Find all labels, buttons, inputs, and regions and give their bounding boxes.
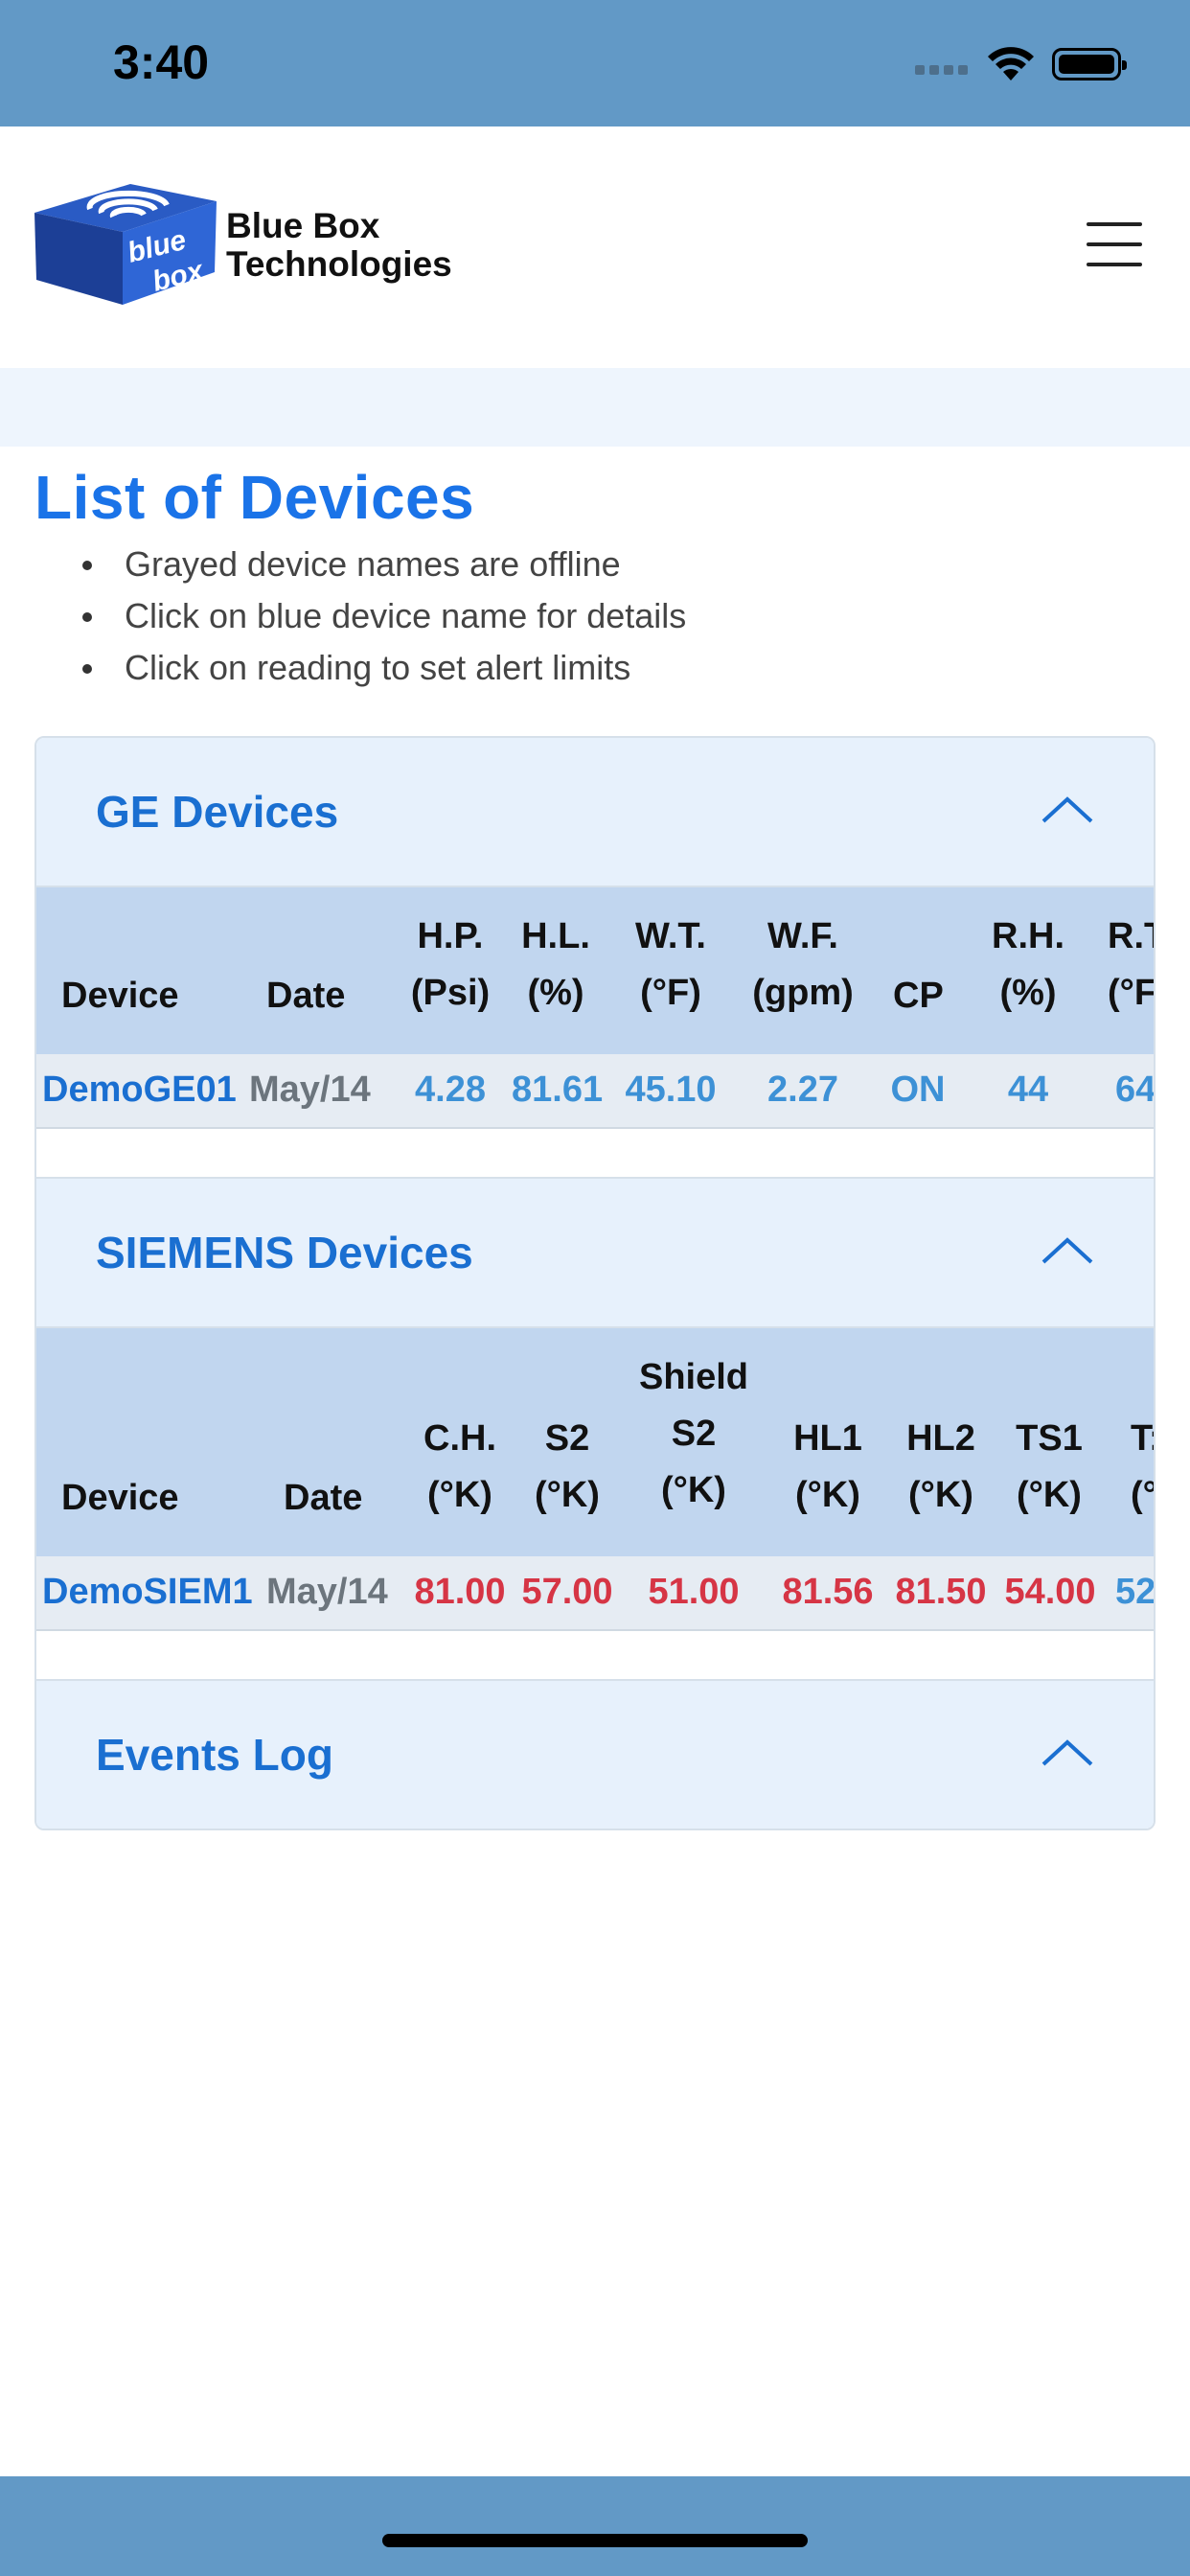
- reading-rh[interactable]: 44: [985, 1070, 1071, 1111]
- events-log-title: Events Log: [96, 1730, 333, 1780]
- brand-line-1: Blue Box: [226, 206, 380, 245]
- device-link[interactable]: DemoGE01: [42, 1070, 237, 1111]
- siemens-devices-title: SIEMENS Devices: [96, 1228, 473, 1277]
- col-rh: R.H. (%): [992, 916, 1064, 1013]
- reading-ch[interactable]: 81.00: [410, 1572, 510, 1613]
- ge-table-header: Device Date H.P. (Psi) H.L. (%) W.T. (°F) W…: [36, 887, 1156, 1054]
- instruction-item: Click on blue device name for details: [81, 590, 686, 642]
- reading-date: May/14: [266, 1572, 388, 1612]
- battery-icon: [1052, 48, 1127, 80]
- col-cp: CP: [893, 976, 944, 1016]
- col-wf: W.F. (gpm): [752, 916, 854, 1013]
- cellular-signal-icon: [915, 65, 971, 79]
- col-ts1: TS1 (°K): [1016, 1418, 1083, 1515]
- brand-line-2: Technologies: [226, 244, 452, 284]
- col-rt: R.T(°F: [1108, 916, 1156, 1013]
- chevron-up-icon[interactable]: [1041, 795, 1094, 824]
- device-link[interactable]: DemoSIEM1: [42, 1572, 253, 1613]
- col-ts2: T:(°: [1131, 1418, 1156, 1515]
- ge-devices-title: GE Devices: [96, 787, 339, 837]
- col-date: Date: [284, 1478, 363, 1518]
- menu-icon[interactable]: [1087, 222, 1142, 266]
- reading-hl2[interactable]: 81.50: [891, 1572, 991, 1613]
- bottom-bar: [0, 2476, 1190, 2576]
- chevron-up-icon[interactable]: [1041, 1236, 1094, 1265]
- reading-ts2[interactable]: 52: [1115, 1572, 1154, 1613]
- reading-rt[interactable]: 64: [1115, 1070, 1154, 1111]
- devices-accordion: GE Devices Device Date H.P. (Psi) H.L. (%)…: [34, 736, 1156, 1830]
- reading-s2[interactable]: 57.00: [517, 1572, 617, 1613]
- col-hl1: HL1 (°K): [793, 1418, 862, 1515]
- instruction-item: Click on reading to set alert limits: [81, 642, 686, 694]
- ge-devices-header[interactable]: GE Devices: [36, 738, 1154, 887]
- reading-hl[interactable]: 81.61: [512, 1070, 603, 1111]
- siemens-devices-header[interactable]: SIEMENS Devices: [36, 1179, 1154, 1328]
- col-hl2: HL2 (°K): [906, 1418, 975, 1515]
- col-wt: W.T. (°F): [635, 916, 706, 1013]
- reading-hp[interactable]: 4.28: [406, 1070, 494, 1111]
- col-device: Device: [61, 1478, 179, 1518]
- status-time: 3:40: [113, 35, 210, 89]
- home-indicator[interactable]: [382, 2534, 808, 2547]
- reading-wt[interactable]: 45.10: [621, 1070, 721, 1111]
- reading-cp[interactable]: ON: [880, 1070, 956, 1111]
- header-band: [0, 368, 1190, 447]
- reading-date: May/14: [249, 1070, 371, 1110]
- reading-wf[interactable]: 2.27: [755, 1070, 851, 1111]
- brand-logo[interactable]: blue box: [34, 184, 217, 310]
- table-row: DemoSIEM1 May/14 81.00 57.00 51.00 81.56…: [36, 1556, 1154, 1631]
- instructions-list: Grayed device names are offline Click on…: [81, 539, 686, 694]
- instruction-item: Grayed device names are offline: [81, 539, 686, 590]
- col-shield-s2: Shield S2 (°K): [638, 1357, 749, 1510]
- table-row: DemoGE01 May/14 4.28 81.61 45.10 2.27 ON…: [36, 1054, 1154, 1129]
- site-header: blue box Blue Box Technologies: [0, 126, 1190, 368]
- col-date: Date: [266, 976, 346, 1016]
- events-log-header[interactable]: Events Log: [36, 1681, 1154, 1828]
- wifi-icon: [988, 47, 1034, 80]
- reading-ts1[interactable]: 54.00: [1000, 1572, 1100, 1613]
- col-hp: H.P. (Psi): [410, 916, 491, 1013]
- reading-hl1[interactable]: 81.56: [778, 1572, 878, 1613]
- siemens-table-header: Device Date C.H. (°K) S2 (°K) Shield S2 (°K)…: [36, 1328, 1156, 1556]
- col-hl: H.L. (%): [521, 916, 590, 1013]
- page-title: List of Devices: [34, 463, 475, 532]
- chevron-up-icon[interactable]: [1041, 1738, 1094, 1767]
- status-bar: 3:40: [0, 0, 1190, 126]
- reading-shield-s2[interactable]: 51.00: [644, 1572, 744, 1613]
- col-device: Device: [61, 976, 179, 1016]
- col-ch: C.H. (°K): [423, 1418, 496, 1515]
- col-s2: S2 (°K): [535, 1418, 600, 1515]
- blue-box-logo-icon: blue box: [34, 184, 217, 305]
- brand-name: Blue Box Technologies: [226, 207, 452, 284]
